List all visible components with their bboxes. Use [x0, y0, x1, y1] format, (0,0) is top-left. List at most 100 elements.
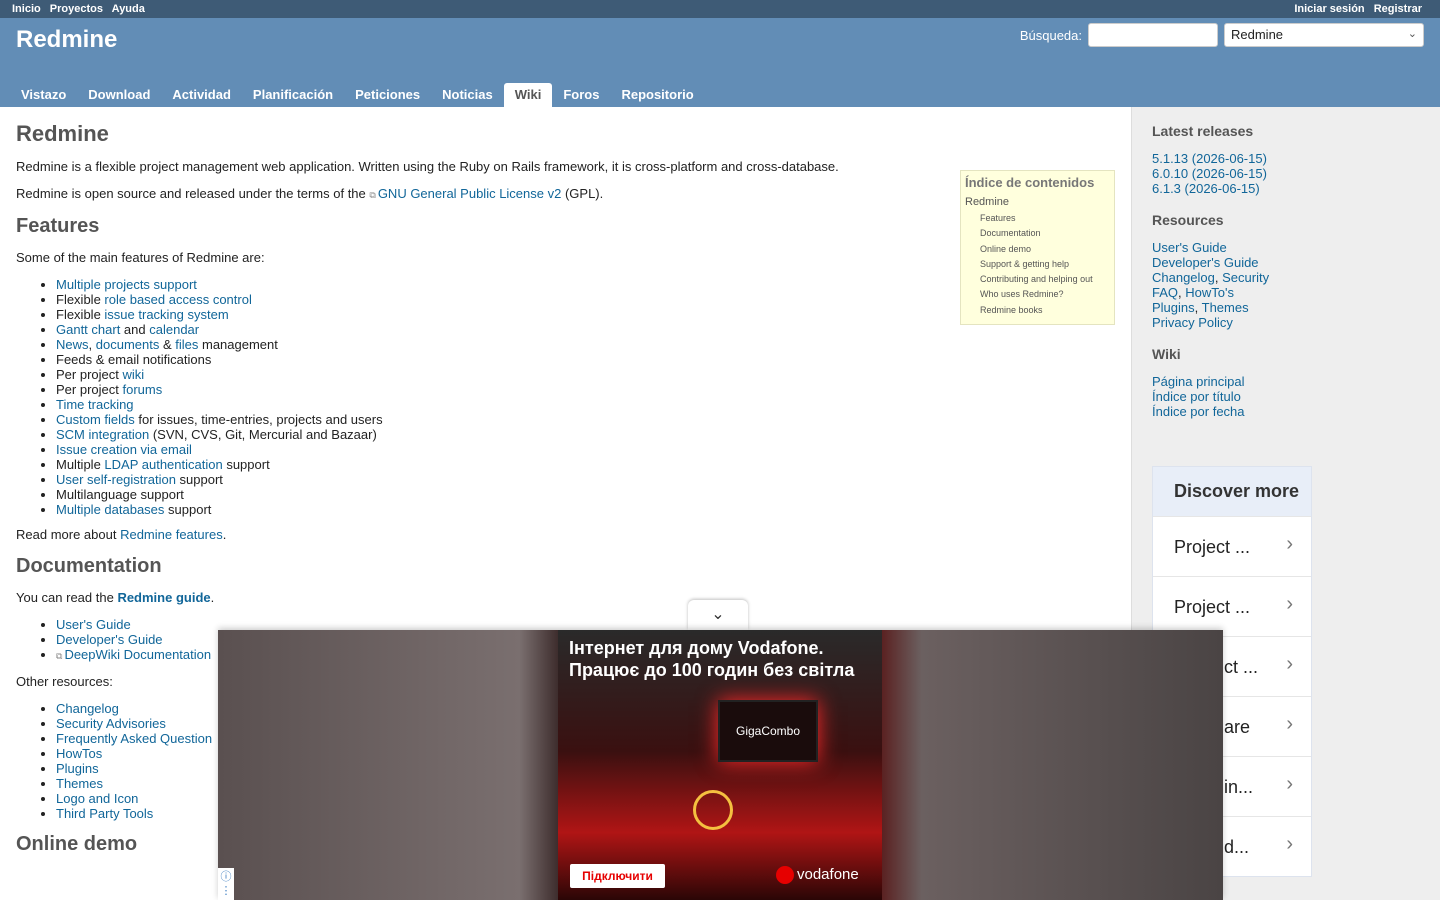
other-resource-link[interactable]: Third Party Tools — [56, 806, 153, 821]
toc-link-features[interactable]: Features — [980, 211, 1110, 226]
toc-link-books[interactable]: Redmine books — [980, 303, 1110, 318]
top-menu: Inicio Proyectos Ayuda Iniciar sesión Re… — [0, 0, 1440, 18]
resource-users-guide-link[interactable]: User's Guide — [1152, 240, 1227, 255]
ad-info-icon[interactable]: ⓘ ⋮ — [218, 868, 234, 900]
feature-text: , — [88, 337, 96, 352]
ad-creative[interactable]: Інтернет для дому Vodafone. Працює до 10… — [558, 630, 882, 900]
discover-item[interactable]: Project ... › — [1153, 516, 1311, 576]
toc-link-who-uses[interactable]: Who uses Redmine? — [980, 287, 1110, 302]
feature-link[interactable]: Multiple projects support — [56, 277, 197, 292]
discover-item-label: in... — [1224, 777, 1254, 797]
wiki-index-by-title-link[interactable]: Índice por título — [1152, 389, 1241, 404]
feature-link[interactable]: files — [175, 337, 198, 352]
feature-item: Custom fields for issues, time-entries, … — [56, 412, 1115, 427]
doc-pre: You can read the — [16, 590, 118, 605]
release-link[interactable]: 6.0.10 (2026-06-15) — [1152, 166, 1267, 181]
tab-issues[interactable]: Peticiones — [344, 83, 431, 107]
feature-item: Multiple projects support — [56, 277, 1115, 292]
intro-paragraph: Redmine is a flexible project management… — [16, 159, 839, 174]
top-link-projects[interactable]: Proyectos — [50, 3, 103, 15]
feature-link[interactable]: role based access control — [104, 292, 251, 307]
resource-security-link[interactable]: Security — [1222, 270, 1269, 285]
wiki-links: Página principal Índice por título Índic… — [1152, 374, 1420, 419]
register-link[interactable]: Registrar — [1374, 3, 1422, 15]
tab-download[interactable]: Download — [77, 83, 161, 107]
other-resource-link[interactable]: Plugins — [56, 761, 99, 776]
toc-root-link[interactable]: Redmine — [965, 196, 1110, 208]
resource-privacy-link[interactable]: Privacy Policy — [1152, 315, 1233, 330]
tab-repository[interactable]: Repositorio — [610, 83, 704, 107]
features-list: Multiple projects supportFlexible role b… — [56, 277, 1115, 517]
feature-link[interactable]: Gantt chart — [56, 322, 120, 337]
wiki-index-by-date-link[interactable]: Índice por fecha — [1152, 404, 1245, 419]
other-resource-link[interactable]: Themes — [56, 776, 103, 791]
tab-wiki[interactable]: Wiki — [503, 83, 553, 107]
table-of-contents: Índice de contenidos Redmine Features Do… — [960, 170, 1115, 326]
toc-link-contributing[interactable]: Contributing and helping out — [980, 272, 1110, 287]
ad-banner[interactable]: Інтернет для дому Vodafone. Працює до 10… — [218, 630, 1223, 900]
feature-link[interactable]: LDAP authentication — [104, 457, 222, 472]
top-link-help[interactable]: Ayuda — [112, 3, 145, 15]
tab-forums[interactable]: Foros — [552, 83, 610, 107]
chevron-right-icon: › — [1286, 653, 1293, 675]
release-link[interactable]: 6.1.3 (2026-06-15) — [1152, 181, 1260, 196]
users-guide-link[interactable]: User's Guide — [56, 617, 131, 632]
resource-howtos-link[interactable]: HowTo's — [1185, 285, 1234, 300]
features-intro: Some of the main features of Redmine are… — [16, 250, 265, 265]
other-resource-link[interactable]: Changelog — [56, 701, 119, 716]
resource-faq-link[interactable]: FAQ — [1152, 285, 1178, 300]
site-title[interactable]: Redmine — [16, 26, 117, 54]
discover-item-label: Project ... — [1174, 597, 1251, 617]
feature-text: support — [175, 472, 223, 487]
search-label: Búsqueda: — [1019, 27, 1082, 43]
redmine-guide-link[interactable]: Redmine guide — [117, 590, 210, 605]
resource-themes-link[interactable]: Themes — [1202, 300, 1249, 315]
release-link[interactable]: 5.1.13 (2026-06-15) — [1152, 151, 1267, 166]
feature-link[interactable]: Multiple databases — [56, 502, 164, 517]
feature-link[interactable]: documents — [96, 337, 160, 352]
feature-link[interactable]: Time tracking — [56, 397, 134, 412]
ad-cta-button[interactable]: Підключити — [570, 864, 665, 888]
login-link[interactable]: Iniciar sesión — [1294, 3, 1364, 15]
feature-link[interactable]: Custom fields — [56, 412, 135, 427]
wiki-start-page-link[interactable]: Página principal — [1152, 374, 1245, 389]
other-resource-link[interactable]: Frequently Asked Question — [56, 731, 212, 746]
tab-news[interactable]: Noticias — [431, 83, 504, 107]
toc-link-online-demo[interactable]: Online demo — [980, 242, 1110, 257]
releases-heading: Latest releases — [1152, 123, 1254, 139]
feature-text: Per project — [56, 382, 123, 397]
discover-item[interactable]: Project ... › — [1153, 576, 1311, 636]
toc-link-support[interactable]: Support & getting help — [980, 257, 1110, 272]
feature-link[interactable]: forums — [122, 382, 162, 397]
feature-link[interactable]: calendar — [149, 322, 199, 337]
feature-link[interactable]: User self-registration — [56, 472, 176, 487]
tab-roadmap[interactable]: Planificación — [242, 83, 344, 107]
ad-collapse-button[interactable]: ⌄ — [688, 600, 748, 630]
project-jump-select[interactable]: Redmine ⌄ — [1224, 23, 1424, 47]
tab-activity[interactable]: Actividad — [161, 83, 242, 107]
feature-link[interactable]: SCM integration — [56, 427, 149, 442]
feature-link[interactable]: issue tracking system — [104, 307, 228, 322]
quick-search: Búsqueda: Redmine ⌄ — [1020, 23, 1424, 47]
other-resource-link[interactable]: HowTos — [56, 746, 102, 761]
deepwiki-link[interactable]: DeepWiki Documentation — [56, 647, 211, 662]
other-resource-link[interactable]: Logo and Icon — [56, 791, 138, 806]
resource-developers-guide-link[interactable]: Developer's Guide — [1152, 255, 1259, 270]
feature-link[interactable]: wiki — [122, 367, 144, 382]
toc-link-documentation[interactable]: Documentation — [980, 226, 1110, 241]
resource-plugins-link[interactable]: Plugins — [1152, 300, 1195, 315]
gpl-link[interactable]: GNU General Public License v2 — [369, 186, 561, 201]
resource-changelog-link[interactable]: Changelog — [1152, 270, 1215, 285]
feature-text: Per project — [56, 367, 123, 382]
search-input[interactable] — [1088, 23, 1218, 47]
feature-link[interactable]: News — [56, 337, 89, 352]
feature-link[interactable]: Issue creation via email — [56, 442, 192, 457]
top-link-home[interactable]: Inicio — [12, 3, 41, 15]
other-resource-link[interactable]: Security Advisories — [56, 716, 166, 731]
feature-item: Gantt chart and calendar — [56, 322, 1115, 337]
developers-guide-link[interactable]: Developer's Guide — [56, 632, 163, 647]
redmine-features-link[interactable]: Redmine features — [120, 527, 223, 542]
feature-item: Multiple databases support — [56, 502, 1115, 517]
tab-overview[interactable]: Vistazo — [10, 83, 77, 107]
ad-headline: Інтернет для дому Vodafone. — [569, 638, 824, 658]
